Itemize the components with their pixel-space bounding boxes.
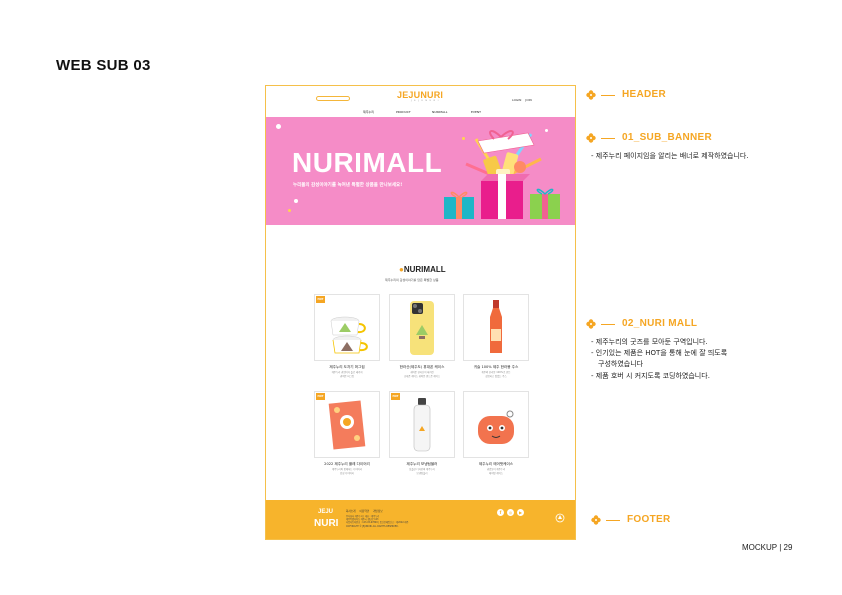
product-desc-line: 에어팟 케이스	[489, 472, 503, 476]
nav-item-event[interactable]: EVENT	[471, 110, 481, 114]
phone-case-icon	[410, 301, 434, 355]
mascot-icon[interactable]	[555, 513, 565, 523]
footer-logo-top: JEJU	[318, 509, 334, 515]
flower-bullet-icon	[586, 133, 596, 143]
annotation-banner-desc: - 제주누리 페이지임을 알리는 배너로 제작하였습니다.	[591, 151, 749, 162]
youtube-icon[interactable]: ▶	[517, 509, 524, 516]
nav-item-jejunuri[interactable]: 제주누리	[363, 110, 374, 114]
product-name[interactable]: 제주누리 에어팟케이스	[463, 462, 529, 467]
mock-header: JEJUNURI J E J U N U R I LOGIN JOIN 제주누리 …	[266, 86, 575, 117]
gift-box-illustration	[444, 130, 560, 219]
annotation-line	[601, 324, 615, 325]
hot-badge: HOT	[316, 296, 325, 303]
join-link[interactable]: JOIN	[525, 98, 531, 102]
product-thumbnail[interactable]	[463, 294, 529, 361]
product-card[interactable]: 귀슬 100% 제주 한라봉 주스 제주의 한라봉 100%로 만든 상큼하고 …	[463, 294, 529, 378]
product-name[interactable]: 제주누리 보냉텀블러	[389, 462, 455, 467]
hot-badge: HOT	[391, 393, 400, 400]
confetti-dot	[276, 124, 281, 129]
site-logo[interactable]: JEJUNURI	[397, 90, 443, 100]
product-thumbnail[interactable]: HOT	[389, 391, 455, 458]
banner-subtitle: 누리몰의 감성이야기를 녹여낸 특별한 상품을 만나보세요!	[293, 183, 403, 188]
annotation-desc-line: 구성하였습니다	[598, 360, 644, 369]
mall-subtitle: 제주누리의 감성이야기를 담은 특별한 상품	[385, 278, 439, 282]
annotation-header-label: HEADER	[622, 89, 667, 100]
product-desc-line: 휴대폰 케이스 귀여운 핸드폰 케이스	[403, 375, 441, 379]
banner-title: NURIMALL	[292, 147, 443, 178]
product-desc-line: 상큼하고 맛있는 주스	[485, 375, 507, 379]
product-desc-line: 제주누리와 함께하는 다이어리	[331, 468, 363, 471]
footer-info: 주식회사 제주누리 | 대표 : 제주누리 제주특별자치도 제주시 첨단로 12…	[346, 515, 408, 528]
footer-link-privacy[interactable]: 개인정보	[373, 510, 383, 513]
product-card[interactable]: 한라산(제주도) 휴대폰 케이스 귀여운 한라산이 새겨진 휴대폰 케이스 귀여…	[389, 294, 455, 378]
mall-logo-text: NURIMALL	[403, 265, 446, 274]
confetti-dot	[288, 209, 291, 212]
product-card[interactable]: HOT 2022 제주누리 플레 다이어리 제주누리와 함께하는 다이어리 감성…	[314, 391, 380, 475]
flower-bullet-icon	[586, 319, 596, 329]
product-name[interactable]: 2022 제주누리 플레 다이어리	[314, 462, 380, 467]
product-desc-line: 귀염둥이 제주누리	[486, 468, 506, 471]
footer-links: 회사소개 이용약관 개인정보	[346, 509, 387, 513]
annotation-footer-label: FOOTER	[627, 514, 671, 525]
product-name[interactable]: 한라산(제주도) 휴대폰 케이스	[389, 365, 455, 370]
facebook-icon[interactable]: f	[497, 509, 504, 516]
annotation-desc-line: - 인기있는 제품은 HOT을 통해 눈에 잘 띄도록	[591, 349, 728, 358]
website-mockup: JEJUNURI J E J U N U R I LOGIN JOIN 제주누리 …	[265, 85, 576, 540]
page-number: MOCKUP | 29	[742, 543, 793, 552]
footer-link-about[interactable]: 회사소개	[346, 510, 356, 513]
product-desc-line: 심플한 디자인의 제주누리	[409, 468, 435, 471]
product-name[interactable]: 제주누리 도자기 머그컵	[314, 365, 380, 370]
flower-bullet-icon	[586, 90, 596, 100]
site-logo-sub: J E J U N U R I	[411, 100, 440, 102]
mall-logo: ●NURIMALL	[399, 265, 446, 274]
instagram-icon[interactable]: ◎	[507, 509, 514, 516]
tumbler-icon	[413, 398, 431, 452]
product-card[interactable]: HOT 제주누리 보냉텀블러 심플한 디자인의 제주누리 보냉텀블러	[389, 391, 455, 475]
mug-icon	[330, 316, 368, 354]
footer-link-terms[interactable]: 이용약관	[360, 510, 370, 513]
nav-item-nurimall[interactable]: NURIMALL	[432, 110, 447, 114]
annotation-line	[601, 138, 615, 139]
product-thumbnail[interactable]	[389, 294, 455, 361]
product-card[interactable]: 제주누리 에어팟케이스 귀염둥이 제주누리 에어팟 케이스	[463, 391, 529, 475]
product-desc-line: 제주누리 귀염이가 돌로 새겨져	[331, 371, 363, 374]
footer-logo-bottom: NURI	[314, 518, 339, 529]
annotation-desc-line: - 제주누리 페이지임을 알리는 배너로 제작하였습니다.	[591, 152, 749, 160]
product-desc-line: 귀여운 머그컵	[340, 375, 354, 379]
diary-icon	[328, 400, 366, 450]
annotation-mall-desc: - 제주누리의 굿즈를 모아둔 구역입니다. - 인기있는 제품은 HOT을 통…	[591, 337, 727, 382]
hot-badge: HOT	[316, 393, 325, 400]
confetti-dot	[294, 199, 298, 203]
product-name[interactable]: 귀슬 100% 제주 한라봉 주스	[463, 365, 529, 370]
product-thumbnail[interactable]	[463, 391, 529, 458]
sub-banner: NURIMALL 누리몰의 감성이야기를 녹여낸 특별한 상품을 만나보세요!	[266, 117, 575, 225]
footer-info-line: COPYRIGHT © JEJUNURI ALL RIGHTS RESERVED…	[346, 524, 399, 528]
product-desc-line: 제주의 한라봉 100%로 만든	[481, 371, 511, 374]
product-desc-line: 감성 다이어리	[340, 472, 354, 476]
product-card[interactable]: HOT 제주누리 도자기 머그컵 제주누리 귀염이가 돌로 새겨져 귀여운 머그…	[314, 294, 380, 378]
annotation-desc-line: - 제주누리의 굿즈를 모아둔 구역입니다.	[591, 338, 708, 346]
page-title: WEB SUB 03	[56, 57, 151, 74]
mock-footer: JEJU NURI 회사소개 이용약관 개인정보 주식회사 제주누리 | 대표 : …	[266, 500, 575, 539]
annotation-line	[606, 520, 620, 521]
search-bar[interactable]	[316, 96, 350, 101]
flower-bullet-icon	[591, 515, 601, 525]
header-util-links: LOGIN JOIN	[512, 98, 536, 102]
nav-item-product[interactable]: PRODUCT	[396, 110, 411, 114]
annotation-desc-line: - 제품 호버 시 커지도록 코딩하였습니다.	[591, 371, 710, 380]
login-link[interactable]: LOGIN	[512, 98, 521, 102]
annotation-line	[601, 95, 615, 96]
product-desc-line: 보냉텀블러	[416, 472, 428, 476]
product-thumbnail[interactable]: HOT	[314, 294, 380, 361]
annotation-banner-label: 01_SUB_BANNER	[622, 132, 713, 143]
airpods-case-icon	[478, 410, 514, 444]
juice-bottle-icon	[490, 300, 502, 353]
annotation-mall-label: 02_NURI MALL	[622, 318, 698, 329]
product-thumbnail[interactable]: HOT	[314, 391, 380, 458]
product-desc-line: 귀여운 한라산이 새겨진	[410, 371, 434, 374]
